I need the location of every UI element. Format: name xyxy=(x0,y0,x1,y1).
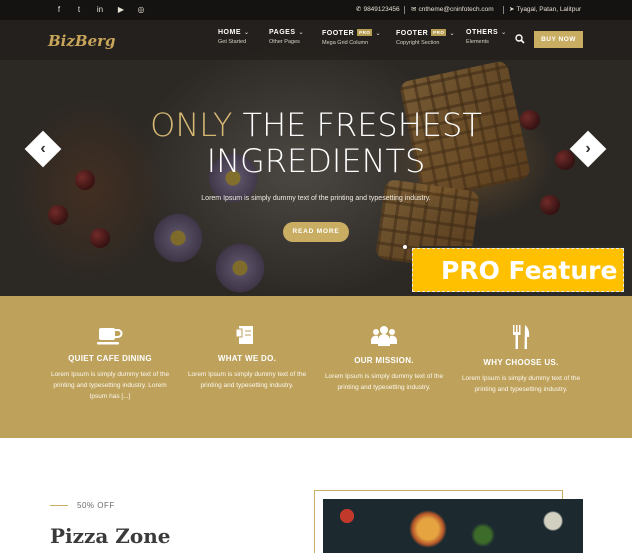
chevron-down-icon: ⌄ xyxy=(375,31,381,37)
phone-number: 9849123456 xyxy=(363,6,400,13)
instagram-icon[interactable]: ◎ xyxy=(133,3,149,17)
divider xyxy=(50,505,68,506)
chevron-down-icon: ⌄ xyxy=(449,31,455,37)
menu-item-footer-grid[interactable]: FOOTER PRO ⌄ Mega Grid Column xyxy=(322,29,381,46)
menu-item-footer-copyright[interactable]: FOOTER PRO ⌄ Copyright Section xyxy=(396,29,455,46)
email-contact[interactable]: ✉ cntheme@cninfotech.com xyxy=(411,5,494,13)
coffee-cup-icon xyxy=(97,328,123,345)
slider-next-button[interactable]: › xyxy=(569,130,607,168)
email-icon: ✉ xyxy=(411,6,417,13)
slider-dot[interactable] xyxy=(403,245,407,249)
feature-quiet-cafe: QUIET CAFE DINING Lorem Ipsum is simply … xyxy=(45,324,175,402)
youtube-icon[interactable]: ▶ xyxy=(113,3,129,17)
pro-feature-badge: PRO Feature xyxy=(412,240,628,308)
pro-tag: PRO xyxy=(357,29,373,36)
feature-why-choose-us: WHY CHOOSE US. Lorem Ipsum is simply dum… xyxy=(456,324,586,395)
buy-now-button[interactable]: BUY NOW xyxy=(534,31,583,48)
hero-headline-line1: ONLY THE FRESHEST xyxy=(150,106,482,144)
facebook-icon[interactable]: f xyxy=(51,3,67,17)
menu-item-home[interactable]: HOME ⌄ Get Started xyxy=(218,29,250,45)
chevron-right-icon: › xyxy=(585,140,591,157)
team-icon xyxy=(371,326,397,346)
slider-prev-button[interactable]: ‹ xyxy=(24,130,62,168)
chevron-down-icon: ⌄ xyxy=(244,30,250,36)
promo-title: Pizza Zone xyxy=(50,524,171,548)
location-contact: ➤ Tyagal, Patan, Lalitpur xyxy=(509,5,581,13)
pro-tag: PRO xyxy=(431,29,447,36)
hero-description: Lorem Ipsum is simply dummy text of the … xyxy=(201,195,431,202)
linkedin-icon[interactable]: in xyxy=(92,3,108,17)
location-text: Tyagal, Patan, Lalitpur xyxy=(516,6,582,13)
feature-what-we-do: WHAT WE DO. Lorem Ipsum is simply dummy … xyxy=(182,324,312,391)
pizza-image xyxy=(323,499,583,553)
search-icon[interactable] xyxy=(515,34,525,44)
menu-item-pages[interactable]: PAGES ⌄ Other Pages xyxy=(269,29,304,45)
email-address: cntheme@cninfotech.com xyxy=(418,6,494,13)
main-nav: BizBerg HOME ⌄ Get Started PAGES ⌄ Other P… xyxy=(0,20,632,60)
pro-feature-label: PRO Feature xyxy=(412,248,624,292)
feature-our-mission: OUR MISSION. Lorem Ipsum is simply dummy… xyxy=(319,324,449,393)
phone-icon: ✆ xyxy=(356,6,362,13)
twitter-icon[interactable]: t xyxy=(71,3,87,17)
logo[interactable]: BizBerg xyxy=(48,32,116,50)
fork-knife-icon xyxy=(513,325,530,349)
phone-contact[interactable]: ✆ 9849123456 xyxy=(356,5,400,13)
chevron-down-icon: ⌄ xyxy=(298,30,305,36)
read-more-button[interactable]: READ MORE xyxy=(283,222,349,242)
discount-label: 50% OFF xyxy=(77,501,115,510)
document-icon xyxy=(235,326,253,344)
chevron-left-icon: ‹ xyxy=(40,140,46,157)
location-icon: ➤ xyxy=(509,6,515,13)
features-band: QUIET CAFE DINING Lorem Ipsum is simply … xyxy=(0,296,632,438)
promo-section: 50% OFF Pizza Zone xyxy=(0,438,632,553)
top-bar: f t in ▶ ◎ ✆ 9849123456 ✉ cntheme@cninfote… xyxy=(0,0,632,20)
menu-item-others[interactable]: OTHERS ⌄ Elements xyxy=(466,29,507,45)
chevron-down-icon: ⌄ xyxy=(501,30,507,36)
hero-headline-line2: INGREDIENTS xyxy=(206,142,426,180)
